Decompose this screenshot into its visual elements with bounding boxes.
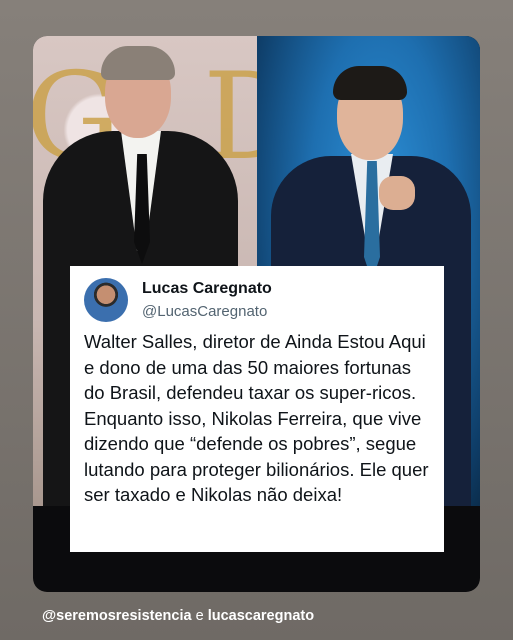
tweet-card: Lucas Caregnato @LucasCaregnato Walter S…	[70, 266, 444, 552]
right-person-hand	[379, 176, 415, 210]
right-person-hair	[333, 66, 407, 100]
mention-link[interactable]: @seremosresistencia	[42, 608, 192, 624]
left-person-hair	[101, 46, 175, 80]
author-handle[interactable]: @LucasCaregnato	[142, 303, 267, 320]
mention-link[interactable]: lucascaregnato	[208, 608, 314, 624]
story-mention: @seremosresistencia e lucascaregnato	[42, 608, 314, 624]
mention-connector: e	[195, 608, 204, 624]
tweet-text: Walter Salles, diretor de Ainda Estou Aq…	[84, 331, 429, 505]
author-name[interactable]: Lucas Caregnato	[142, 280, 272, 298]
avatar[interactable]	[84, 278, 128, 322]
